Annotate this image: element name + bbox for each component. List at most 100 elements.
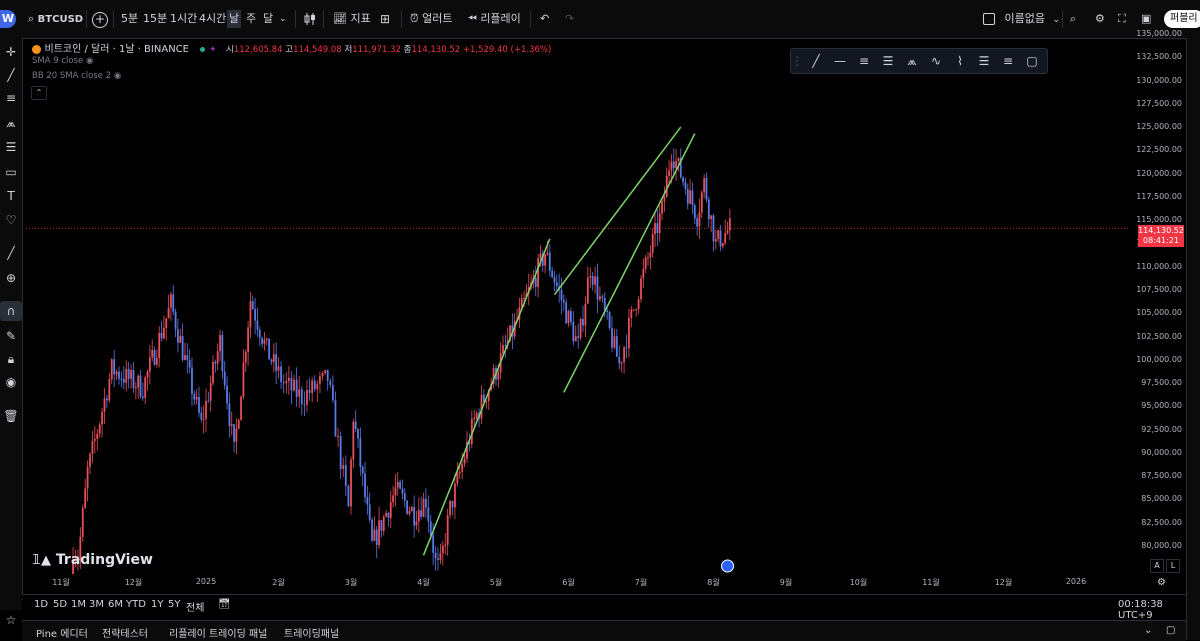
panel-collapse-chevron-icon[interactable]: ⌄ xyxy=(1144,625,1152,636)
tab-strategy-tester[interactable]: 전략테스터 xyxy=(102,625,148,640)
interval-1d[interactable]: 날 xyxy=(227,10,242,28)
interval-5m[interactable]: 5분 xyxy=(121,10,138,28)
quick-search-icon[interactable]: ⌕ xyxy=(1070,10,1076,28)
regression-icon[interactable]: ☰ xyxy=(879,52,897,70)
layout-button[interactable]: 이름없음 ⌄ xyxy=(983,10,1060,28)
bitcoin-logo-icon xyxy=(32,44,41,54)
tab-trading-panel[interactable]: 트레이딩패널 xyxy=(284,625,339,640)
candle-type-icon[interactable] xyxy=(303,10,317,28)
time-tick-label: 3월 xyxy=(344,578,358,587)
range-5d[interactable]: 5D xyxy=(53,599,67,610)
candle-body xyxy=(670,161,673,171)
date-range-bar: 1D 5D 1M 3M 6M YTD 1Y 5Y 전체 📅︎ 00:18:38 … xyxy=(22,594,1186,621)
candle-body xyxy=(579,319,582,338)
pitchfork-icon[interactable]: ⩕ xyxy=(903,52,921,70)
interval-dropdown-chevron-icon[interactable]: ⌄ xyxy=(279,10,287,28)
replay-button[interactable]: ⏪︎ 리플레이 xyxy=(468,10,521,28)
interval-1h[interactable]: 1시간 xyxy=(170,10,197,28)
divider xyxy=(113,10,114,28)
favorite-star-icon[interactable]: ☆ xyxy=(0,610,22,630)
drag-handle-icon[interactable]: ⋮ xyxy=(791,52,803,70)
user-avatar[interactable]: W xyxy=(0,10,16,28)
camera-snapshot-icon[interactable]: ▣ xyxy=(1141,10,1151,28)
settings-gear-icon[interactable]: ⚙ xyxy=(1095,10,1105,28)
range-3m[interactable]: 3M xyxy=(89,599,104,610)
publish-button[interactable]: 퍼블리 xyxy=(1164,10,1200,28)
range-all[interactable]: 전체 xyxy=(186,599,204,614)
range-6m[interactable]: 6M xyxy=(108,599,123,610)
fullscreen-icon[interactable]: ⛶ xyxy=(1118,10,1126,28)
utc-clock[interactable]: 00:18:38 UTC+9 xyxy=(1118,599,1186,621)
interval-1m[interactable]: 달 xyxy=(263,10,273,28)
sma-legend[interactable]: SMA 9 close ◉ xyxy=(32,56,93,66)
interval-1w[interactable]: 주 xyxy=(246,10,256,28)
candle-body xyxy=(437,558,439,560)
interval-15m[interactable]: 15분 xyxy=(143,10,167,28)
heart-icon[interactable]: ♡ xyxy=(0,210,22,230)
trendline-tool-icon[interactable]: ╱ xyxy=(0,65,22,85)
candle-body xyxy=(366,497,369,505)
lock-drawing-icon[interactable]: ✎ xyxy=(0,326,22,346)
panel-maximize-icon[interactable]: ▢ xyxy=(1166,625,1175,636)
zigzag-icon[interactable]: ⌇ xyxy=(951,52,969,70)
redo-icon[interactable]: ↷ xyxy=(565,10,574,28)
fib-retracement-icon[interactable]: ☰ xyxy=(975,52,993,70)
auto-scale-button[interactable]: A xyxy=(1150,559,1164,573)
eye-icon[interactable]: ◉ xyxy=(114,71,121,81)
trash-icon[interactable]: 🗑︎ xyxy=(0,406,22,426)
undo-icon[interactable]: ↶ xyxy=(540,10,549,28)
axis-settings-gear-icon[interactable]: ⚙ xyxy=(1157,577,1166,588)
collapse-legend-chevron-icon[interactable]: ⌃ xyxy=(31,86,47,100)
candle-body xyxy=(263,339,266,344)
trendline-icon[interactable]: ╱ xyxy=(807,52,825,70)
text-tool-icon[interactable]: T xyxy=(0,186,22,206)
crosshair-icon[interactable]: ✛ xyxy=(0,42,22,62)
price-chart[interactable] xyxy=(26,38,1130,574)
ruler-icon[interactable]: ╱ xyxy=(0,243,22,263)
tab-replay-trading-panel[interactable]: 리플레이 트레이딩 패널 xyxy=(169,625,267,640)
bb-legend[interactable]: BB 20 SMA close 2 ◉ xyxy=(32,71,121,81)
zoom-in-icon[interactable]: ⊕ xyxy=(0,268,22,288)
horizontal-lines-tool-icon[interactable]: ≡ xyxy=(0,88,22,108)
parallel-channel-icon[interactable]: ≡ xyxy=(855,52,873,70)
time-tick-label: 7월 xyxy=(634,578,648,587)
lock-icon[interactable]: 🔒︎ xyxy=(0,349,22,369)
range-1d[interactable]: 1D xyxy=(34,599,48,610)
eye-icon[interactable]: ◉ xyxy=(86,56,93,66)
alert-button[interactable]: ⏰︎ 얼러트 xyxy=(410,10,452,28)
time-axis[interactable]: 11월 12월 2025 2월 3월 4월 5월 6월 7월 8월 9월 10월 11월 12월 2026 xyxy=(26,574,1130,592)
range-ytd[interactable]: YTD xyxy=(126,599,146,610)
drawing-tools-sidebar: ✛ ╱ ≡ ⩕ ☰ ▭ T ♡ ╱ ⊕ ∩ ✎ 🔒︎ ◉ 🗑︎ ☆ xyxy=(0,38,23,627)
range-1y[interactable]: 1Y xyxy=(151,599,163,610)
time-tick-label: 11월 xyxy=(922,578,940,587)
tab-pine-editor[interactable]: Pine 에디터 xyxy=(36,625,88,640)
symbol-search[interactable]: ⌕ BTCUSD xyxy=(28,10,83,28)
range-1m[interactable]: 1M xyxy=(71,599,86,610)
interval-4h[interactable]: 4시간 xyxy=(199,10,226,28)
magnet-icon[interactable]: ∩ xyxy=(0,301,22,321)
flag-icon: ✦ xyxy=(208,45,217,55)
patterns-tool-icon[interactable]: ⩕ xyxy=(0,113,22,133)
candle-body xyxy=(148,357,151,372)
candle-body xyxy=(705,178,708,200)
candle-body xyxy=(331,385,334,401)
templates-grid-icon[interactable]: ⊞ xyxy=(380,10,390,28)
indicators-button[interactable]: 📈︎ 지표 xyxy=(333,10,371,28)
candle-body xyxy=(584,303,587,326)
candle-body xyxy=(237,420,240,429)
fib-tool-icon[interactable]: ☰ xyxy=(0,137,22,157)
fib-extension-icon[interactable]: ≡ xyxy=(999,52,1017,70)
log-scale-button[interactable]: L xyxy=(1166,559,1180,573)
shapes-tool-icon[interactable]: ▭ xyxy=(0,162,22,182)
horizontal-ray-icon[interactable]: — xyxy=(831,52,849,70)
candle-body xyxy=(254,309,257,321)
compare-add-icon[interactable]: + xyxy=(92,12,108,28)
rectangle-icon[interactable]: ▢ xyxy=(1023,52,1041,70)
layout-square-icon xyxy=(983,13,995,25)
date-range-calendar-icon[interactable]: 📅︎ xyxy=(218,599,231,610)
range-5y[interactable]: 5Y xyxy=(168,599,180,610)
elliott-wave-icon[interactable]: ∿ xyxy=(927,52,945,70)
high-label: 고 xyxy=(285,45,294,55)
price-axis[interactable]: 135,000.00 132,500.00 130,000.00 127,500.00… xyxy=(1130,29,1186,574)
eye-icon[interactable]: ◉ xyxy=(0,372,22,392)
